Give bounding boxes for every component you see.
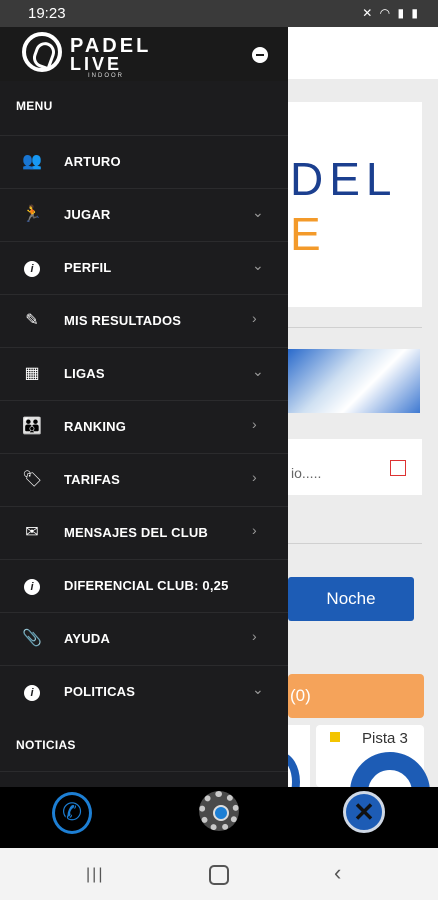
info-icon: i: [22, 683, 42, 701]
chevron-down-icon: ⌄: [252, 257, 264, 273]
chevron-down-icon: ⌄: [252, 363, 264, 379]
close-icon[interactable]: ✕: [343, 791, 385, 833]
menu-item-label: MIS RESULTADOS: [64, 313, 182, 328]
chevron-down-icon: ⌄: [252, 204, 264, 220]
status-icons: ✕ ◠ ▮ ▮: [362, 6, 420, 20]
menu-item-label: MENSAJES DEL CLUB: [64, 525, 209, 540]
menu-item-mensajes-del-club[interactable]: ✉ MENSAJES DEL CLUB ›: [0, 506, 288, 559]
club-logo-text: DEL: [290, 153, 398, 205]
info-icon: i: [22, 259, 42, 277]
status-dot: [330, 732, 340, 742]
pencil-icon: ✎: [25, 312, 39, 329]
status-bar: 19:23 ✕ ◠ ▮ ▮: [0, 0, 438, 27]
menu-item-label: ARTURO: [64, 154, 121, 169]
battery-icon: ▮: [411, 6, 420, 20]
info-icon: i: [22, 577, 42, 595]
menu-item-politicas[interactable]: i POLITICAS ⌄: [0, 665, 288, 718]
menu-item-mis-resultados[interactable]: ✎ MIS RESULTADOS ›: [0, 294, 288, 347]
menu-item-ranking[interactable]: 👪 RANKING ›: [0, 400, 288, 453]
menu-item-label: DIFERENCIAL CLUB: 0,25: [64, 578, 229, 593]
signal-icon: ▮: [397, 6, 407, 20]
chevron-right-icon: ›: [252, 469, 257, 485]
collapse-icon[interactable]: [252, 47, 268, 63]
menu-item-ayuda[interactable]: 📎 AYUDA ›: [0, 612, 288, 665]
envelope-icon: ✉: [25, 524, 39, 541]
menu-item-label: RANKING: [64, 419, 127, 434]
chevron-right-icon: ›: [252, 416, 257, 432]
chevron-right-icon: ›: [252, 310, 257, 326]
news-header: NOTICIAS: [16, 738, 76, 752]
brand-tagline: INDOOR: [88, 73, 124, 79]
menu-item-label: TARIFAS: [64, 472, 121, 487]
system-nav-bar: ||| ‹: [0, 848, 438, 900]
chevron-right-icon: ›: [252, 522, 257, 538]
banner-image: [288, 349, 420, 413]
navigation-drawer: PADEL LIVE INDOOR MENU 👥 ARTURO 🏃 JUGAR …: [0, 27, 288, 787]
phone-icon[interactable]: ✆: [52, 792, 92, 834]
menu-item-label: LIGAS: [64, 366, 105, 381]
brand-header: PADEL LIVE INDOOR: [0, 27, 288, 81]
club-logo-text-2: E: [290, 208, 321, 260]
menu-item-label: JUGAR: [64, 207, 111, 222]
menu-item-arturo[interactable]: 👥 ARTURO: [0, 135, 288, 188]
court-label: Pista 3: [362, 730, 408, 747]
menu-item-ligas[interactable]: ▦ LIGAS ⌄: [0, 347, 288, 400]
mute-icon: ✕: [362, 6, 375, 20]
menu-item-perfil[interactable]: i PERFIL ⌄: [0, 241, 288, 294]
home-icon[interactable]: [209, 865, 229, 885]
menu-item-label: PERFIL: [64, 260, 112, 275]
app-header: [288, 27, 438, 79]
group-icon: 👪: [22, 418, 42, 435]
divider: [288, 543, 422, 544]
menu-header: MENU: [16, 99, 53, 113]
paperclip-icon: 📎: [22, 630, 42, 647]
chevron-right-icon: ›: [252, 628, 257, 644]
menu-item-label: AYUDA: [64, 631, 111, 646]
bottom-action-bar: ✆ ✕: [0, 787, 438, 848]
settings-gear-icon[interactable]: [199, 791, 239, 831]
divider: [288, 327, 422, 328]
status-time: 19:23: [28, 5, 66, 22]
users-icon: 👥: [22, 153, 42, 170]
orange-bar[interactable]: (0): [288, 674, 424, 718]
brand-name-2: LIVE: [70, 54, 123, 74]
menu-item-tarifas[interactable]: 🏷 TARIFAS ›: [0, 453, 288, 506]
brand-logo-icon: [22, 32, 62, 72]
chevron-down-icon: ⌄: [252, 681, 264, 697]
running-icon: 🏃: [22, 206, 42, 223]
wifi-icon: ◠: [379, 6, 393, 20]
calendar-icon[interactable]: [390, 460, 406, 476]
scoreboard-icon: ▦: [24, 365, 40, 382]
menu-item-diferencial-club[interactable]: i DIFERENCIAL CLUB: 0,25: [0, 559, 288, 612]
menu-item-label: POLITICAS: [64, 684, 136, 699]
back-icon[interactable]: ‹: [334, 860, 341, 886]
recent-apps-icon[interactable]: |||: [86, 866, 104, 884]
tag-icon: 🏷: [22, 471, 43, 488]
divider: [0, 771, 288, 772]
date-field-text: io.....: [291, 465, 322, 481]
menu-item-jugar[interactable]: 🏃 JUGAR ⌄: [0, 188, 288, 241]
noche-button[interactable]: Noche: [288, 577, 414, 621]
